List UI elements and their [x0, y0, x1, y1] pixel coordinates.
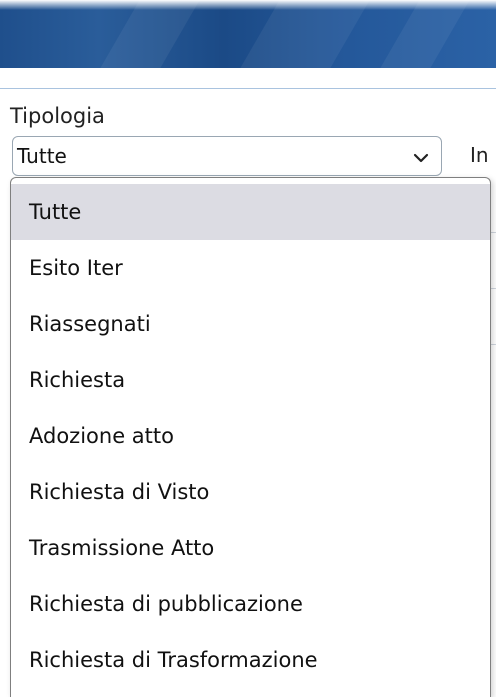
tipologia-selected-value: Tutte — [17, 144, 67, 168]
dropdown-option-richiesta-di-pubblicazione[interactable]: Richiesta di pubblicazione — [11, 576, 490, 632]
banner-stripe — [380, 0, 470, 68]
tipologia-dropdown-list[interactable]: Tutte Esito Iter Riassegnati Richiesta A… — [10, 177, 491, 697]
chevron-down-icon — [413, 153, 429, 163]
banner-stripe — [240, 0, 370, 68]
dropdown-option-trasmissione-atto[interactable]: Trasmissione Atto — [11, 520, 490, 576]
dropdown-option-richiesta-di-trasformazione[interactable]: Richiesta di Trasformazione — [11, 632, 490, 688]
tipologia-select[interactable]: Tutte — [12, 136, 442, 176]
dropdown-option-adozione-atto[interactable]: Adozione atto — [11, 408, 490, 464]
page: Tipologia Tutte In Tutte Esito Iter Rias… — [0, 0, 496, 697]
dropdown-option-tutte[interactable]: Tutte — [11, 184, 490, 240]
header-banner — [0, 0, 496, 68]
dropdown-option-richiesta[interactable]: Richiesta — [11, 352, 490, 408]
tipologia-label: Tipologia — [10, 104, 105, 128]
banner-fade — [0, 0, 496, 10]
dropdown-option-riassegnati[interactable]: Riassegnati — [11, 296, 490, 352]
dropdown-option-esito-iter[interactable]: Esito Iter — [11, 240, 490, 296]
banner-stripe — [100, 0, 200, 68]
dropdown-options: Tutte Esito Iter Riassegnati Richiesta A… — [11, 178, 490, 688]
next-field-label: In — [470, 143, 489, 167]
section-divider — [0, 88, 496, 89]
dropdown-option-richiesta-di-visto[interactable]: Richiesta di Visto — [11, 464, 490, 520]
